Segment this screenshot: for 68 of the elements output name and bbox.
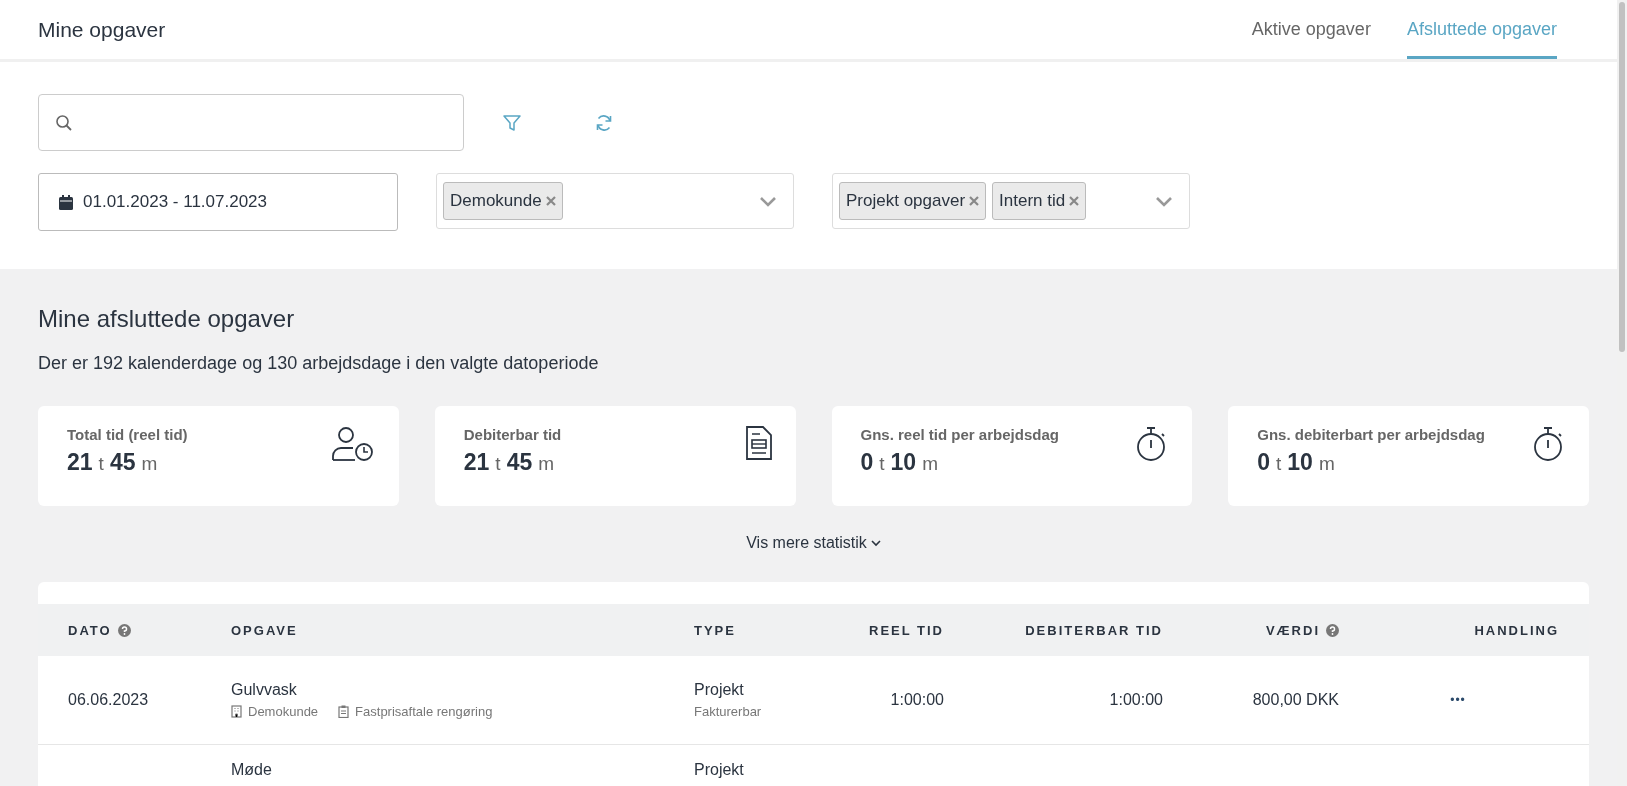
clipboard-icon	[338, 705, 350, 718]
date-cell: 06.06.2023	[68, 691, 149, 709]
stat-hours: 0	[860, 449, 874, 476]
type-cell: Projekt	[694, 681, 744, 699]
column-header: REEL TID	[869, 622, 944, 638]
page-title: Mine opgaver	[38, 17, 166, 42]
document-icon	[745, 426, 772, 460]
search-icon	[55, 113, 73, 132]
chevron-down-icon	[759, 195, 777, 207]
stat-unit: t	[98, 453, 104, 475]
remove-icon[interactable]	[1069, 196, 1080, 206]
stat-unit: m	[922, 453, 938, 475]
stat-unit: m	[538, 453, 555, 475]
search-field[interactable]	[38, 94, 464, 151]
date-range-field[interactable]: 01.01.2023 - 11.07.2023	[38, 173, 398, 231]
building-icon	[231, 705, 242, 718]
column-header: OPGAVE	[231, 622, 298, 638]
chevron-down-icon	[870, 539, 881, 547]
column-header: DEBITERBAR TID	[1025, 622, 1163, 638]
stat-hours: 21	[463, 449, 490, 476]
filter-icon[interactable]	[502, 112, 522, 133]
calendar-icon	[59, 194, 73, 210]
stat-unit: t	[879, 453, 885, 475]
type-cell: Projekt	[694, 761, 744, 779]
tab[interactable]: Aktive opgaver	[1251, 0, 1371, 59]
column-header: DATO	[68, 622, 112, 638]
stat-unit: m	[1318, 453, 1335, 475]
stat-hours: 0	[1257, 449, 1271, 476]
stat-hours: 21	[67, 449, 93, 476]
more-actions-button[interactable]: •••	[1446, 691, 1470, 709]
stat-label: Total tid (reel tid)	[67, 426, 188, 443]
task-type-tag: Intern tid	[992, 182, 1087, 220]
task-type-select[interactable]: Projekt opgaver Intern tid	[832, 173, 1190, 229]
stat-label: Debiterbar tid	[463, 426, 562, 443]
customer-tag: Demokunde	[443, 182, 563, 220]
help-icon[interactable]	[1326, 623, 1339, 637]
stat-label: Gns. reel tid per arbejdsdag	[860, 426, 1059, 443]
billing-status: Fakturerbar	[694, 704, 762, 719]
customer-name: Demokunde	[248, 704, 319, 719]
customer-select[interactable]: Demokunde	[436, 173, 794, 229]
stopwatch-icon	[1533, 426, 1565, 462]
stat-label: Gns. debiterbart per arbejdsdag	[1257, 426, 1485, 443]
help-icon[interactable]	[117, 623, 131, 637]
task-type-tag: Projekt opgaver	[839, 182, 987, 220]
column-header: HANDLING	[1474, 622, 1559, 638]
agreement-name: Fastprisaftale rengøring	[355, 704, 493, 719]
real-time-cell: 1:00:00	[890, 691, 944, 709]
show-more-link[interactable]: Vis mere statistik	[746, 534, 881, 552]
refresh-icon[interactable]	[594, 112, 614, 133]
stat-unit: t	[1276, 453, 1282, 475]
stat-minutes: 45	[506, 449, 533, 476]
stat-unit: t	[495, 453, 501, 475]
column-header: VÆRDI	[1265, 622, 1320, 638]
person-clock-icon	[330, 426, 375, 462]
column-header: TYPE	[694, 622, 736, 638]
stat-minutes: 10	[890, 449, 917, 476]
period-summary: Der er 192 kalenderdage og 130 arbejdsdage i den valgte datoperiode	[38, 353, 600, 374]
billable-time-cell: 1:00:00	[1109, 691, 1163, 709]
remove-icon[interactable]	[545, 196, 556, 206]
remove-icon[interactable]	[969, 196, 980, 206]
section-title: Mine afsluttede opgaver	[38, 305, 296, 333]
stat-minutes: 45	[109, 449, 136, 476]
chevron-down-icon	[1155, 195, 1173, 207]
task-name: Gulvvask	[231, 681, 297, 699]
stat-minutes: 10	[1287, 449, 1313, 476]
stat-unit: m	[141, 453, 158, 475]
task-name: Møde	[231, 761, 272, 779]
value-cell: 800,00 DKK	[1252, 691, 1339, 709]
